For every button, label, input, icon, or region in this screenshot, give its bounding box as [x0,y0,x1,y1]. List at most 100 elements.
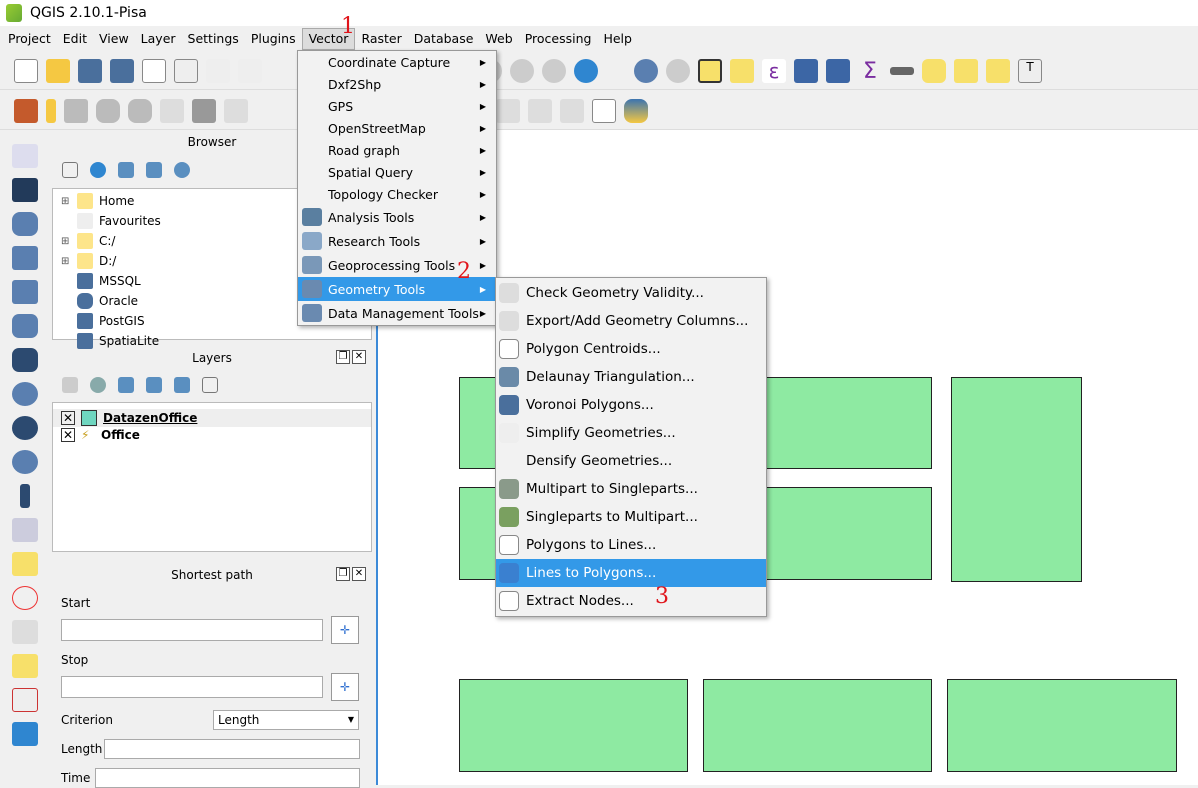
geometry-tools-item[interactable]: Delaunay Triangulation... [496,363,766,391]
layer-row[interactable]: ✕ ⚡ Office [53,427,371,443]
geometry-tools-item[interactable]: Singleparts to Multipart... [496,503,766,531]
geometry-tools-item[interactable]: Lines to Polygons... [496,559,766,587]
menu-plugins[interactable]: Plugins [245,28,302,50]
vector-menu-item[interactable]: Spatial Query ▶ [298,161,496,183]
menu-view[interactable]: View [93,28,135,50]
composer-manager-icon[interactable] [174,58,198,83]
label-tool-icon[interactable]: T [1018,58,1042,83]
geometry-tools-item[interactable]: Export/Add Geometry Columns... [496,307,766,335]
menu-project[interactable]: Project [2,28,57,50]
add-wms-layer-icon[interactable] [12,348,38,372]
georeferencer-icon[interactable] [12,688,38,712]
move-feature-icon[interactable] [128,98,152,123]
add-selected-icon[interactable] [62,162,78,178]
menu-web[interactable]: Web [479,28,518,50]
plugin-icon[interactable] [12,722,38,746]
new-project-icon[interactable] [14,58,38,83]
bookmark-icon[interactable] [954,58,978,83]
statistics-icon[interactable] [826,58,850,83]
geometry-tools-item[interactable]: Check Geometry Validity... [496,279,766,307]
add-postgis-layer-icon[interactable] [12,212,38,236]
refresh-icon[interactable] [90,162,106,178]
menu-database[interactable]: Database [408,28,480,50]
float-icon[interactable]: ❐ [336,350,350,364]
collapse-all-icon[interactable] [146,162,162,178]
sum-icon[interactable]: Σ [858,59,882,84]
start-input[interactable] [61,619,323,641]
touch-icon[interactable] [206,58,230,83]
new-print-composer-icon[interactable] [142,58,166,83]
select-features-icon[interactable] [698,58,722,83]
expand-all-icon[interactable] [146,377,162,393]
toggle-editing-icon[interactable] [46,98,56,123]
attribute-table-icon[interactable] [794,58,818,83]
menu-raster[interactable]: Raster [355,28,407,50]
pick-stop-point-button[interactable]: ✛ [331,673,359,701]
delete-selected-icon[interactable] [192,98,216,123]
add-vector-layer-icon[interactable] [12,144,38,168]
geometry-tools-item[interactable]: Simplify Geometries... [496,419,766,447]
vector-menu-item[interactable]: Coordinate Capture ▶ [298,51,496,73]
group-icon[interactable] [12,552,38,576]
node-tool-icon[interactable] [160,98,184,123]
info-icon[interactable] [174,162,190,178]
cut-icon[interactable] [224,98,248,123]
menu-processing[interactable]: Processing [519,28,598,50]
add-delimited-text-icon[interactable] [12,450,38,474]
add-feature-icon[interactable] [96,98,120,123]
visibility-icon[interactable] [90,377,106,393]
vector-menu-item[interactable]: Topology Checker ▶ [298,183,496,205]
pick-start-point-button[interactable]: ✛ [331,616,359,644]
refresh-icon[interactable] [574,58,598,83]
criterion-select[interactable]: Length ▼ [213,710,359,730]
time-field[interactable] [95,768,360,788]
geometry-tools-item[interactable]: Extract Nodes... [496,587,766,615]
remove-layer-icon[interactable] [202,377,218,393]
close-icon[interactable]: ✕ [352,350,366,364]
expand-icon[interactable]: ⊞ [61,196,71,207]
add-virtual-layer-icon[interactable] [20,484,30,508]
zoom-out-icon[interactable] [510,58,534,83]
run-action-icon[interactable] [666,58,690,83]
menu-settings[interactable]: Settings [182,28,245,50]
add-mssql-layer-icon[interactable] [12,280,38,304]
identify-icon[interactable] [634,58,658,83]
stop-input[interactable] [61,676,323,698]
add-raster-layer-icon[interactable] [12,178,38,202]
vector-menu-item[interactable]: Road graph ▶ [298,139,496,161]
geometry-tools-item[interactable]: Densify Geometries... [496,447,766,475]
geometry-tools-item[interactable]: Polygon Centroids... [496,335,766,363]
collapse-all-icon[interactable] [174,377,190,393]
python-icon[interactable] [624,98,648,123]
node-icon[interactable] [12,620,38,644]
zoom-last-icon[interactable] [542,58,566,83]
save-as-icon[interactable] [110,58,134,83]
add-wfs-layer-icon[interactable] [12,416,38,440]
close-icon[interactable]: ✕ [352,567,366,581]
vector-menu-item[interactable]: OpenStreetMap ▶ [298,117,496,139]
geometry-tools-item[interactable]: Multipart to Singleparts... [496,475,766,503]
rotate-label-icon[interactable] [528,98,552,123]
route-icon[interactable] [12,654,38,678]
pan-icon[interactable] [238,58,262,83]
save-edits-icon[interactable] [64,98,88,123]
add-oracle-layer-icon[interactable] [12,314,38,338]
csw-icon[interactable] [592,98,616,123]
layer-checkbox[interactable]: ✕ [61,428,75,442]
layer-row[interactable]: ✕ DatazenOffice [53,409,371,427]
layer-checkbox[interactable]: ✕ [61,411,75,425]
expression-select-icon[interactable]: ε [762,58,786,83]
filter-legend-icon[interactable] [118,377,134,393]
expand-icon[interactable]: ⊞ [61,236,71,247]
crosshair-icon[interactable] [12,586,38,610]
current-edits-icon[interactable] [14,98,38,123]
menu-edit[interactable]: Edit [57,28,93,50]
text-annotation-icon[interactable] [986,58,1010,83]
vector-menu-item[interactable]: Dxf2Shp ▶ [298,73,496,95]
vector-menu-item[interactable]: Data Management Tools ▶ [298,301,496,325]
menu-help[interactable]: Help [597,28,638,50]
map-tips-icon[interactable] [922,58,946,83]
open-project-icon[interactable] [46,58,70,83]
measure-icon[interactable] [890,66,914,75]
length-field[interactable] [104,739,360,759]
